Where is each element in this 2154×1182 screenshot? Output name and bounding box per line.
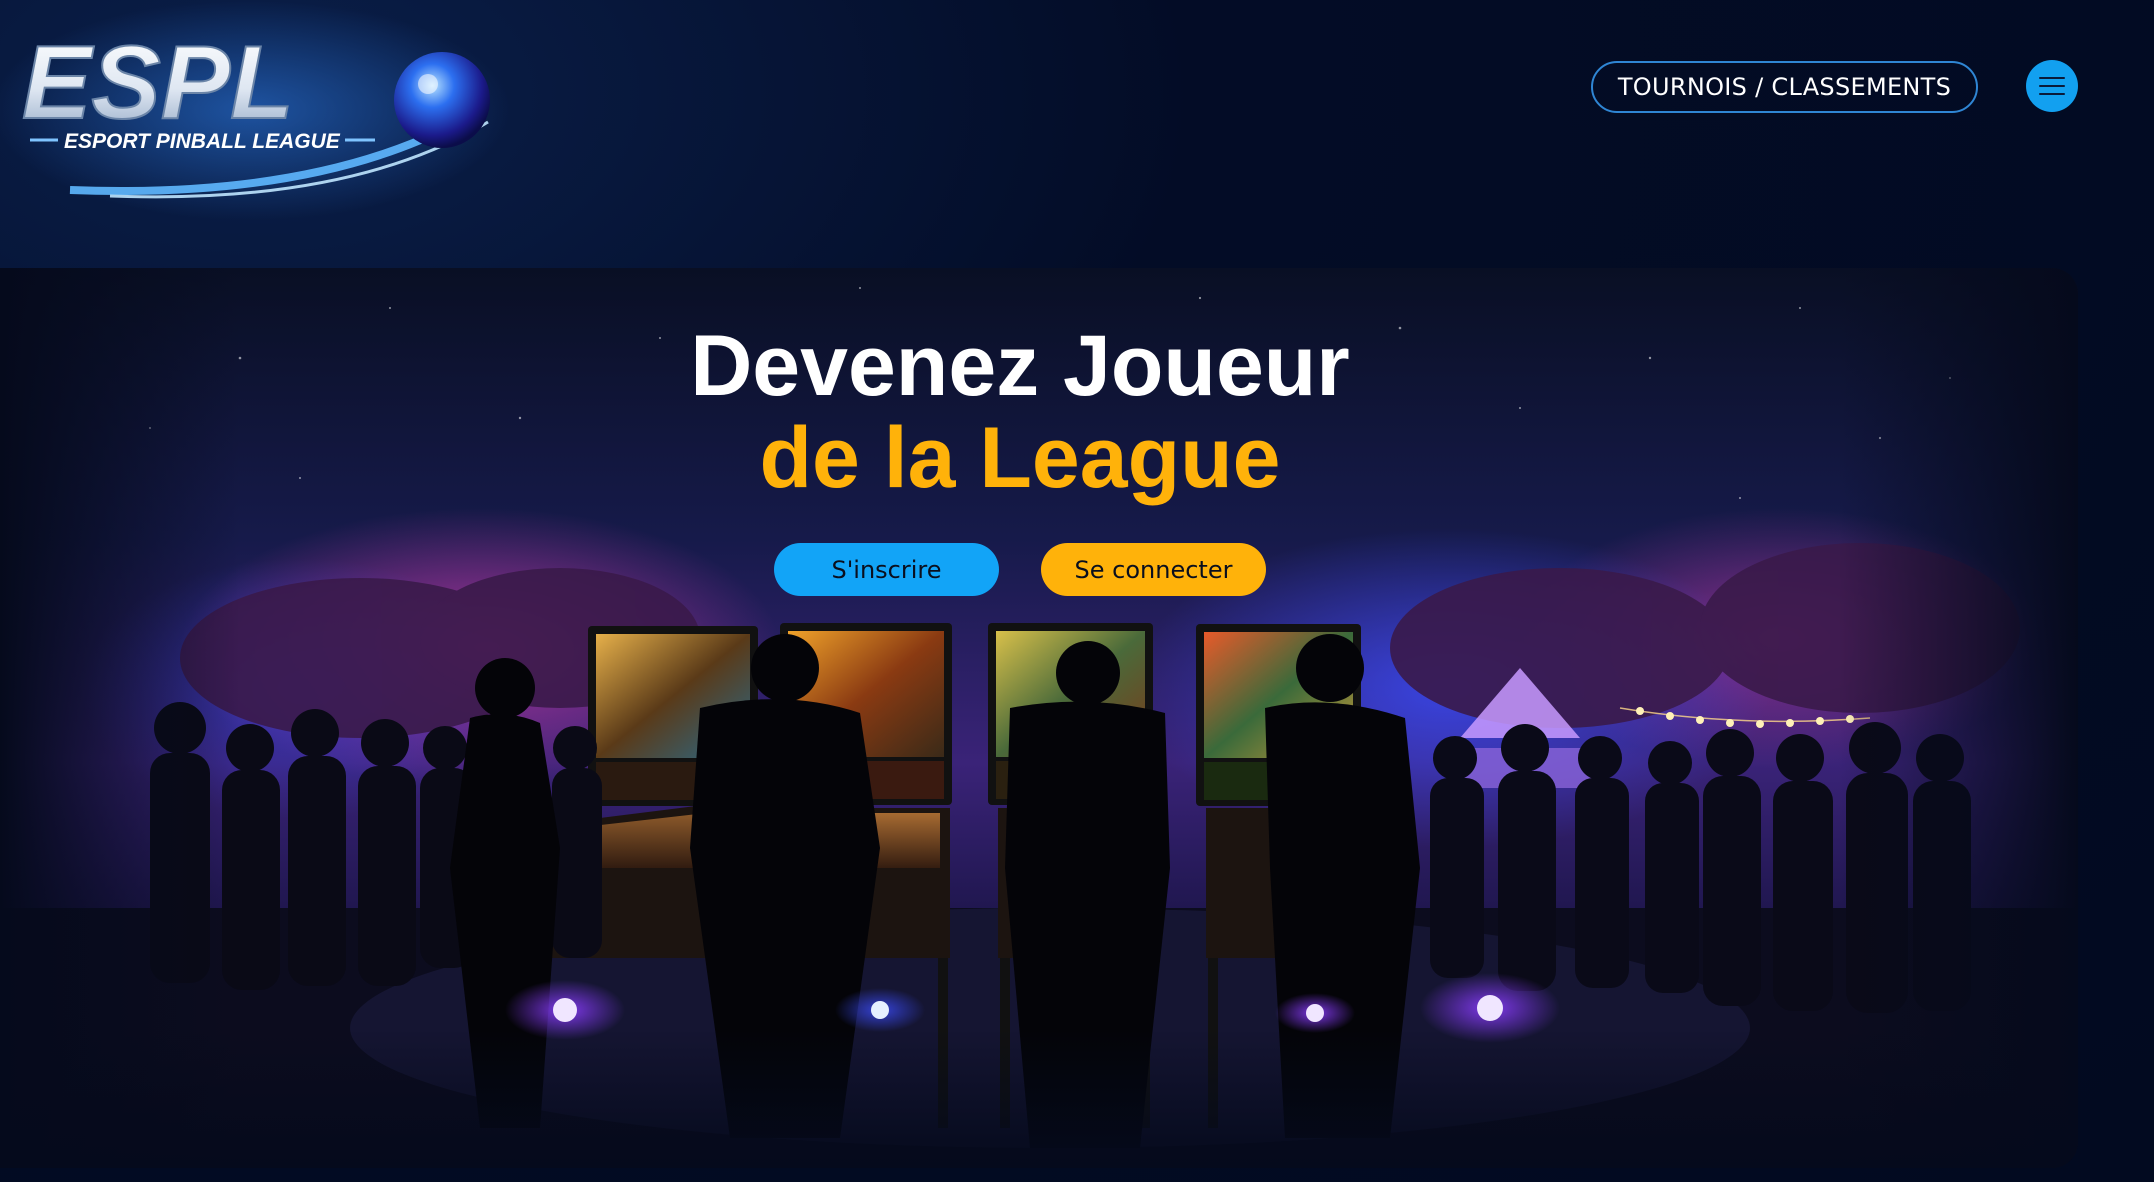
login-label: Se connecter xyxy=(1074,555,1233,584)
page: ESPL ESPORT PINBALL LEAGUE TOURNOIS / CL… xyxy=(0,0,2154,1182)
hero-title-line2: de la League xyxy=(759,410,1281,506)
register-label: S'inscrire xyxy=(831,555,942,584)
tournaments-rankings-label: TOURNOIS / CLASSEMENTS xyxy=(1617,73,1952,101)
hero-section: Devenez Joueur de la League S'inscrire S… xyxy=(0,268,2078,1168)
hero-title-line1: Devenez Joueur xyxy=(690,318,1350,414)
hero-title: Devenez Joueur de la League xyxy=(320,320,1720,504)
logo-wordmark: ESPL xyxy=(22,25,294,141)
logo-graphic: ESPL ESPORT PINBALL LEAGUE xyxy=(0,0,510,220)
login-button[interactable]: Se connecter xyxy=(1041,543,1266,596)
logo-tagline: ESPORT PINBALL LEAGUE xyxy=(64,130,341,153)
menu-button[interactable] xyxy=(2026,60,2078,112)
hamburger-icon xyxy=(2039,77,2065,95)
register-button[interactable]: S'inscrire xyxy=(774,543,999,596)
tournaments-rankings-button[interactable]: TOURNOIS / CLASSEMENTS xyxy=(1591,61,1978,113)
espl-logo[interactable]: ESPL ESPORT PINBALL LEAGUE xyxy=(0,0,540,220)
